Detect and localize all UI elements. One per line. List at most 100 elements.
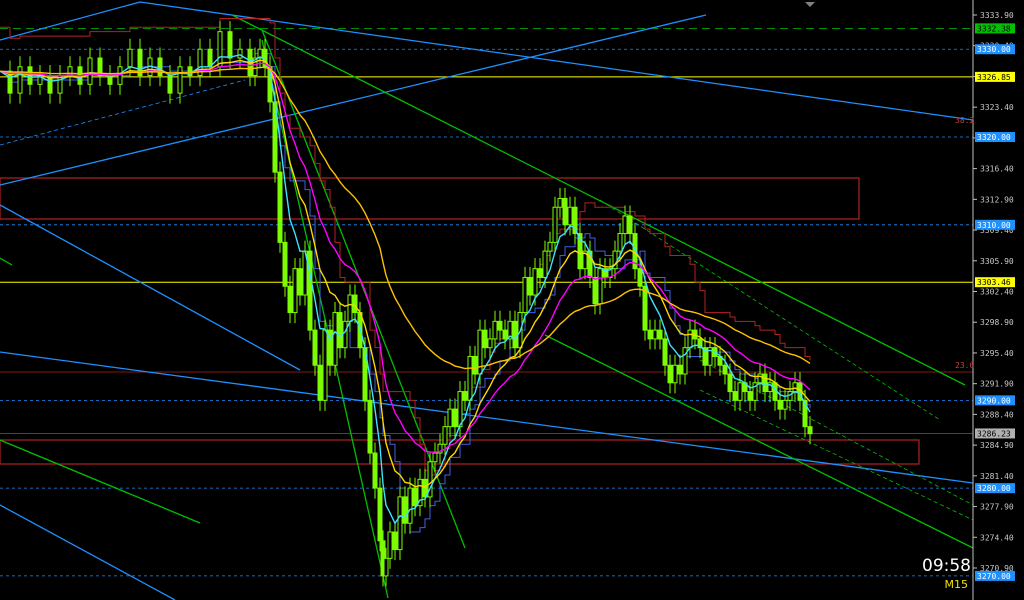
tick-label: 3274.40 — [980, 533, 1014, 542]
candle-body — [387, 531, 393, 559]
price-badge-label: 3330.00 — [977, 45, 1011, 54]
price-badge-label: 3303.46 — [977, 278, 1011, 287]
candle-body — [637, 268, 643, 287]
candle-body — [727, 373, 733, 393]
candle-body — [792, 382, 798, 393]
candle-body — [762, 373, 768, 393]
yellow-ma-line — [0, 59, 811, 489]
candle-body — [167, 75, 173, 94]
candle-body — [447, 408, 453, 428]
price-chart[interactable]: 3333.903330.403326.903323.403319.903316.… — [0, 0, 1024, 600]
candle-body — [407, 487, 413, 524]
candle-body — [462, 391, 468, 401]
candle-body — [537, 268, 543, 278]
candle-body — [457, 391, 463, 428]
candle-body — [687, 329, 693, 349]
candle-body — [652, 329, 658, 340]
candle-body — [617, 233, 623, 252]
tick-label: 3295.40 — [980, 349, 1014, 358]
candle-body — [237, 48, 243, 59]
price-badge-label: 3290.00 — [977, 396, 1011, 405]
price-badge-label: 3280.00 — [977, 484, 1011, 493]
orange-ma-line — [0, 66, 811, 370]
candle-body — [657, 329, 663, 340]
candle-body — [157, 57, 163, 77]
price-badge-label: 3320.00 — [977, 133, 1011, 142]
candle-body — [662, 338, 668, 366]
candle-body — [672, 364, 678, 384]
candle-body — [117, 66, 123, 85]
candle-body — [347, 294, 353, 322]
candle-body — [502, 329, 508, 340]
candle-body — [522, 276, 528, 314]
moving-averages — [0, 54, 811, 525]
candle-body — [487, 338, 493, 349]
price-badge-label: 3310.00 — [977, 221, 1011, 230]
step-lines — [0, 18, 811, 533]
candle-body — [807, 426, 813, 435]
timeframe-label: M15 — [944, 578, 969, 591]
tick-label: 3281.40 — [980, 472, 1014, 481]
tick-label: 3291.90 — [980, 380, 1014, 389]
candle-body — [512, 320, 518, 349]
candle-body — [667, 364, 673, 384]
candle-body — [217, 31, 223, 68]
candle-body — [492, 320, 498, 340]
candle-body — [227, 31, 233, 59]
candle-body — [352, 294, 358, 314]
tick-label: 3312.90 — [980, 195, 1014, 204]
tick-label: 3277.90 — [980, 503, 1014, 512]
price-badge-label: 3332.38 — [977, 24, 1011, 33]
candle-body — [337, 312, 343, 349]
candle-body — [732, 391, 738, 401]
trendline — [0, 14, 707, 186]
candle-body — [527, 276, 533, 296]
price-badge-label: 3286.23 — [977, 429, 1011, 438]
candle-body — [472, 355, 478, 375]
candle-body — [402, 496, 408, 524]
trendline — [699, 389, 974, 521]
candle-body — [127, 48, 133, 68]
tick-label: 3298.90 — [980, 318, 1014, 327]
candle-body — [312, 329, 318, 366]
trendline — [0, 504, 176, 600]
price-badge-label: 3326.85 — [977, 73, 1011, 82]
candles — [7, 21, 813, 587]
horizontal-levels — [0, 27, 973, 577]
supply-zone — [0, 177, 860, 220]
candle-body — [722, 364, 728, 375]
candle-body — [307, 250, 313, 331]
fib-labels: 38.2 23.6 — [955, 116, 974, 370]
candle-body — [377, 487, 383, 542]
fib-label: 38.2 — [955, 116, 974, 125]
candle-body — [552, 206, 558, 243]
candle-body — [17, 66, 23, 94]
candle-body — [482, 329, 488, 349]
tick-label: 3305.90 — [980, 257, 1014, 266]
trendline — [0, 439, 201, 524]
fib-label: 23.6 — [955, 361, 974, 370]
chart-shift-marker-icon[interactable] — [805, 2, 815, 7]
cyan-ma-line — [0, 54, 811, 525]
tick-label: 3323.40 — [980, 103, 1014, 112]
trendline — [544, 334, 974, 549]
candle-body — [642, 285, 648, 331]
candle-body — [397, 496, 403, 551]
candle-body — [592, 276, 598, 305]
tick-label: 3302.40 — [980, 288, 1014, 297]
candle-body — [542, 250, 548, 278]
candle-body — [622, 215, 628, 235]
candle-body — [452, 408, 458, 428]
candle-body — [342, 320, 348, 349]
candle-body — [367, 399, 373, 454]
candle-body — [497, 320, 503, 331]
candle-body — [677, 364, 683, 375]
candle-body — [383, 557, 389, 577]
candle-body — [332, 312, 338, 366]
candle-body — [557, 197, 563, 208]
candle-body — [372, 452, 378, 489]
trendline — [0, 1, 141, 41]
tick-label: 3288.40 — [980, 410, 1014, 419]
candle-body — [547, 241, 553, 252]
trendline — [0, 204, 301, 371]
